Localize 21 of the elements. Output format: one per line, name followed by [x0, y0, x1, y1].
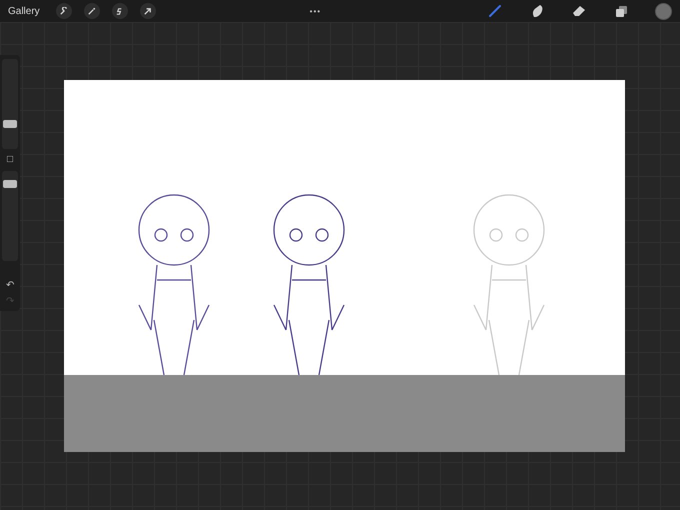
slider-thumb[interactable]	[3, 180, 17, 188]
magic-wand-icon	[87, 6, 96, 16]
modify-button[interactable]: □	[6, 155, 14, 165]
finger-icon	[530, 4, 544, 18]
eraser-icon	[572, 5, 586, 17]
undo-button[interactable]: ↶	[6, 281, 14, 291]
opacity-slider[interactable]	[2, 171, 18, 261]
slider-thumb[interactable]	[3, 120, 17, 128]
arrow-icon	[143, 6, 152, 16]
brush-size-slider[interactable]	[2, 59, 18, 149]
color-swatch[interactable]	[655, 2, 672, 20]
wrench-icon	[59, 6, 68, 16]
brush-icon	[488, 4, 502, 18]
wrench-button[interactable]	[56, 3, 72, 19]
selection-icon	[115, 6, 124, 16]
arrow-button[interactable]	[140, 3, 156, 19]
gallery-button[interactable]: Gallery	[8, 6, 40, 16]
more-handle[interactable]: •••	[310, 6, 322, 16]
selection-button[interactable]	[112, 3, 128, 19]
layers-icon	[614, 4, 628, 18]
wand-button[interactable]	[84, 3, 100, 19]
